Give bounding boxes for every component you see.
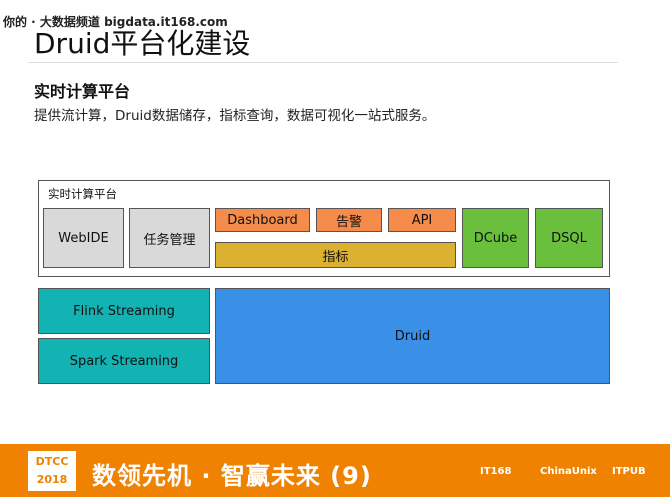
logo-text: DTCC xyxy=(35,455,69,468)
druid-box: Druid xyxy=(215,288,610,384)
section-description: 提供流计算，Druid数据储存，指标查询，数据可视化一站式服务。 xyxy=(34,108,436,124)
webide-box: WebIDE xyxy=(43,208,124,268)
metric-box: 指标 xyxy=(215,242,456,268)
dcube-box: DCube xyxy=(462,208,529,268)
sponsor-itpub: ITPUB xyxy=(612,466,646,477)
slogan: 数领先机 · 智赢未来 (9) xyxy=(92,462,372,490)
sponsor-it168: IT168 xyxy=(480,466,512,477)
task-management-box: 任务管理 xyxy=(129,208,210,268)
dsql-box: DSQL xyxy=(535,208,603,268)
page-title: Druid平台化建设 xyxy=(34,27,251,60)
platform-frame-label: 实时计算平台 xyxy=(48,187,117,201)
dashboard-box: Dashboard xyxy=(215,208,310,232)
flink-streaming-box: Flink Streaming xyxy=(38,288,210,334)
sponsor-chinaunix: ChinaUnix xyxy=(540,466,597,477)
spark-streaming-box: Spark Streaming xyxy=(38,338,210,384)
section-heading: 实时计算平台 xyxy=(34,82,131,101)
dtcc-logo: DTCC 2018 xyxy=(28,451,76,491)
logo-year: 2018 xyxy=(36,473,68,486)
api-box: API xyxy=(388,208,456,232)
divider xyxy=(28,62,618,63)
alert-box: 告警 xyxy=(316,208,382,232)
